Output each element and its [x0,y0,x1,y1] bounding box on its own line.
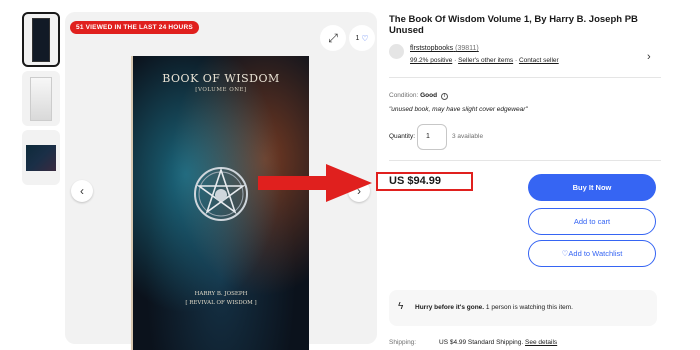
seller-name: flrststopbooks [410,45,454,52]
shipping-label: Shipping: [389,339,417,346]
quantity-label: Quantity: [389,133,416,140]
add-to-watchlist-label: Add to Watchlist [568,249,623,258]
pentagram-emblem [194,167,248,221]
quantity-available: 3 available [452,133,484,140]
add-to-watchlist-button[interactable]: ♡ Add to Watchlist [528,240,656,267]
book-volume: [VOLUME ONE] [195,87,247,93]
condition-note: "unused book, may have slight cover edge… [389,106,528,113]
viewed-badge: 51 VIEWED IN THE LAST 24 HOURS [70,21,199,34]
watch-heart-button[interactable]: 1 ♡ [349,25,375,51]
listing-page: 51 VIEWED IN THE LAST 24 HOURS BOOK OF W… [0,0,700,350]
seller-links: 99.2% positive · Seller's other items · … [410,57,559,64]
thumbnail-2[interactable] [22,71,60,126]
shipping-cost: US $4.99 Standard Shipping. [439,339,524,346]
condition-row: Condition: Good i [389,92,448,100]
seller-avatar[interactable] [389,44,404,59]
add-to-cart-button[interactable]: Add to cart [528,208,656,235]
book-cover-thumb [32,17,50,62]
seller-positive[interactable]: 99.2% positive [410,57,452,64]
expand-icon: ⤢ [328,30,338,45]
book-title: BOOK OF WISDOM [162,72,280,85]
contact-seller-link[interactable]: Contact seller [519,57,559,64]
buy-it-now-button[interactable]: Buy It Now [528,174,656,201]
book-spread-thumb [26,144,56,171]
chevron-left-icon: ‹ [80,184,84,198]
seller-other-items-link[interactable]: Seller's other items [458,57,513,64]
price-highlight-box [376,172,473,191]
heart-icon: ♡ [561,249,569,258]
seller-name-link[interactable]: flrststopbooks (39811) [410,45,479,52]
book-author-subtitle: [ REVIVAL OF WISDOM ] [185,300,257,306]
hurry-banner: ϟ Hurry before it's gone. 1 person is wa… [389,290,657,326]
quantity-input[interactable]: 1 [417,124,447,150]
hurry-rest: 1 person is watching this item. [485,304,573,311]
red-arrow-annotation [258,164,372,202]
seller-feedback-count: (39811) [455,45,479,52]
thumbnail-1[interactable] [22,12,60,67]
condition-value: Good [420,92,438,99]
previous-image-button[interactable]: ‹ [71,180,93,202]
book-back-thumb [30,76,52,121]
lightning-icon: ϟ [398,301,404,312]
chevron-right-icon[interactable]: › [647,51,651,63]
hurry-bold: Hurry before it's gone. [415,304,485,311]
book-author: HARRY B. JOSEPH [ REVIVAL OF WISDOM ] [133,290,309,308]
watch-count: 1 [355,34,360,42]
condition-label: Condition: [389,92,419,99]
shipping-value: US $4.99 Standard Shipping. See details [439,339,557,346]
expand-button[interactable]: ⤢ [320,25,346,51]
thumbnail-strip [22,12,62,189]
hurry-text: Hurry before it's gone. 1 person is watc… [415,304,573,311]
divider [389,77,661,78]
book-author-name: HARRY B. JOSEPH [194,291,248,297]
divider [389,160,661,161]
listing-title: The Book Of Wisdom Volume 1, By Harry B.… [389,14,638,36]
heart-icon: ♡ [361,33,369,43]
thumbnail-3[interactable] [22,130,60,185]
info-icon[interactable]: i [440,93,448,100]
shipping-details-link[interactable]: See details [525,339,557,346]
